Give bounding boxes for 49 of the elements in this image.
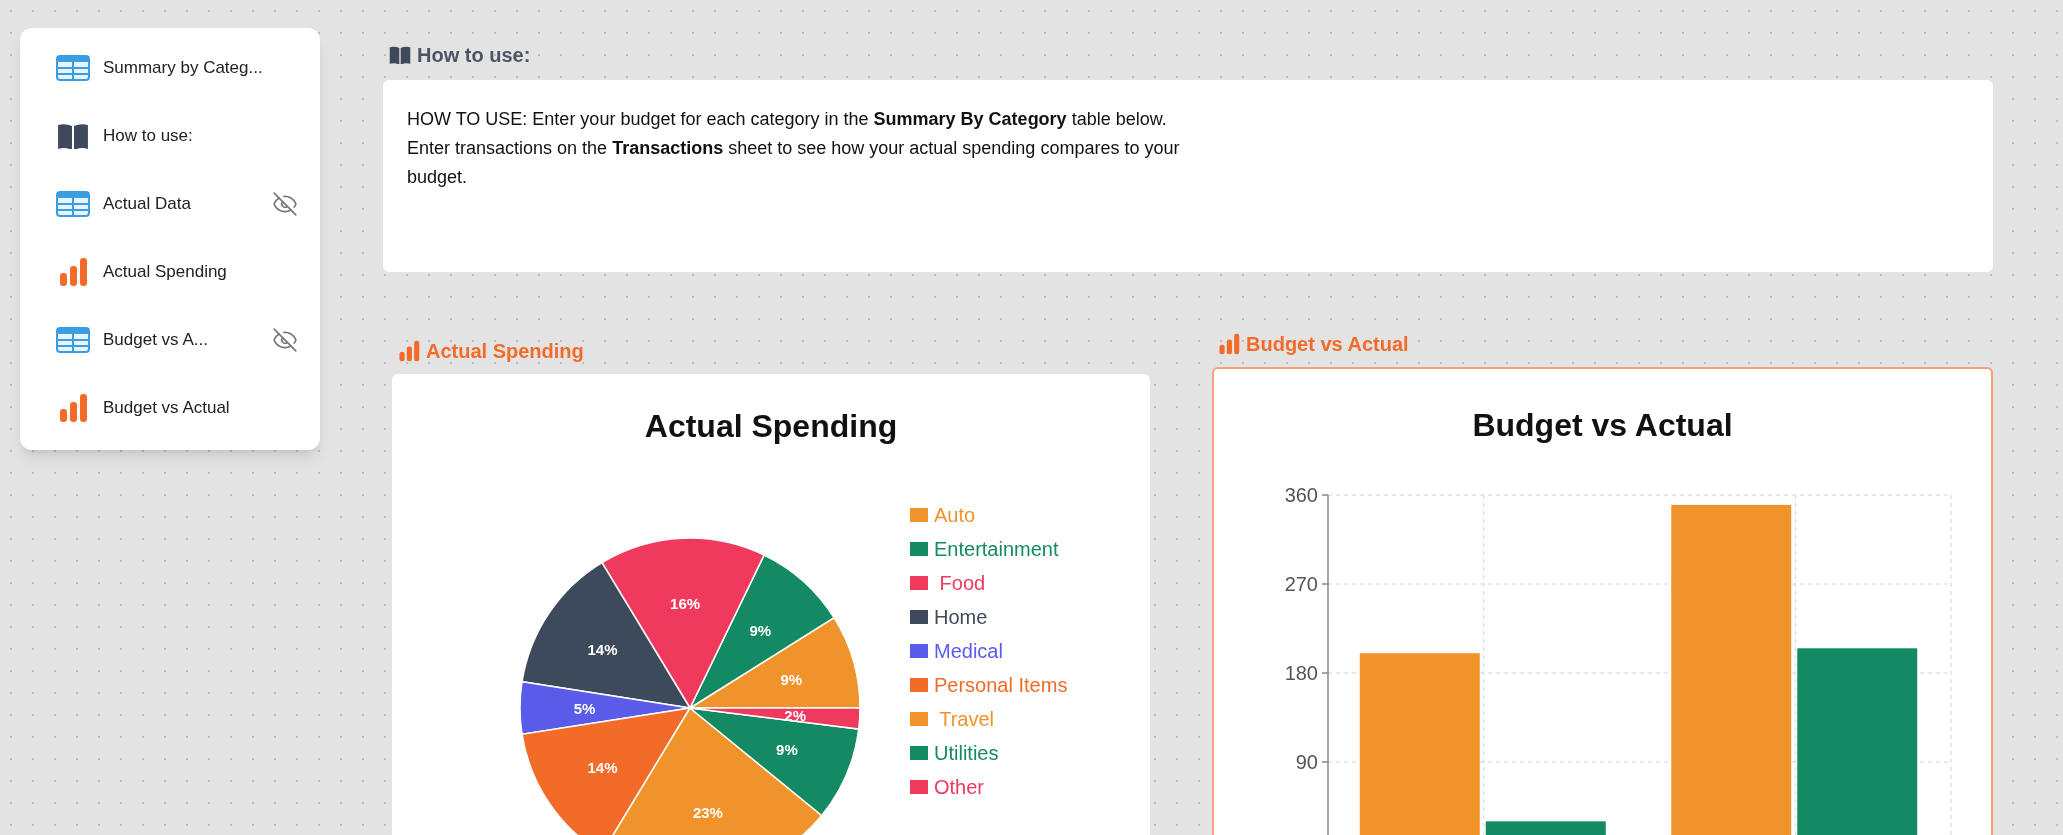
book-icon — [57, 122, 89, 150]
chart-card[interactable]: Budget vs Actual 90 180 270 360 — [1212, 367, 1993, 835]
table-icon — [56, 327, 90, 353]
book-icon — [389, 45, 411, 65]
sidebar-item[interactable]: Budget vs A... — [20, 306, 320, 374]
chart-title: Budget vs Actual — [1471, 406, 1734, 445]
legend-label: Home — [934, 605, 988, 630]
slice-label: 9% — [776, 741, 798, 759]
axis-tick-label: 270 — [1284, 573, 1318, 595]
legend-label: Utilities — [934, 741, 999, 766]
bar-chart-icon — [398, 340, 420, 362]
slice-label: 16% — [670, 594, 701, 612]
sidebar-item[interactable]: Summary by Categ... — [20, 34, 320, 102]
table-icon — [56, 55, 90, 81]
axis-tick-label: 180 — [1284, 662, 1318, 684]
section-heading: How to use: — [417, 43, 531, 68]
slice-label: 14% — [587, 641, 618, 659]
slice-label: 9% — [749, 621, 772, 639]
bar-chart-icon — [58, 393, 88, 423]
legend-label: Entertainment — [934, 537, 1059, 562]
sidebar-item[interactable]: Actual Spending — [20, 238, 320, 306]
slice-label: 23% — [692, 803, 723, 821]
legend-label: Auto — [934, 503, 976, 528]
sidebar-item-label: Budget vs A... — [103, 329, 209, 352]
legend-label: Personal Items — [934, 673, 1068, 698]
sidebar-item-label: Actual Data — [103, 193, 192, 216]
instructions-text: HOW TO USE: Enter your budget for each category in the Summary By Category table below. Enter transactions on the Transactions sheet to see how your actual spending compares to your budget. — [407, 108, 1181, 189]
sidebar-item[interactable]: Budget vs Actual — [20, 374, 320, 442]
sidebar-item-label: Actual Spending — [103, 261, 228, 284]
chart-title: Actual Spending — [643, 407, 899, 446]
sidebar-item[interactable]: How to use: — [20, 102, 320, 170]
legend-label: Medical — [934, 639, 1003, 664]
axis-tick-label: 360 — [1284, 484, 1318, 506]
sidebar-item-label: How to use: — [103, 125, 194, 148]
legend-label: Other — [934, 775, 985, 800]
slice-label: 9% — [780, 670, 803, 688]
legend-label: Food — [938, 571, 986, 596]
sidebar-item[interactable]: Actual Data — [20, 170, 320, 238]
bar-chart-icon — [58, 257, 88, 287]
legend-label: Travel — [938, 707, 995, 732]
sidebar-item-label: Budget vs Actual — [103, 397, 231, 420]
slice-label: 14% — [587, 758, 618, 776]
eye-off-icon[interactable] — [272, 191, 298, 217]
bar-chart-icon — [1218, 333, 1240, 355]
eye-off-icon[interactable] — [272, 327, 298, 353]
sidebar-item-label: Summary by Categ... — [103, 57, 264, 80]
axis-tick-label: 90 — [1295, 751, 1318, 773]
table-icon — [56, 191, 90, 217]
slice-label: 5% — [573, 700, 596, 717]
